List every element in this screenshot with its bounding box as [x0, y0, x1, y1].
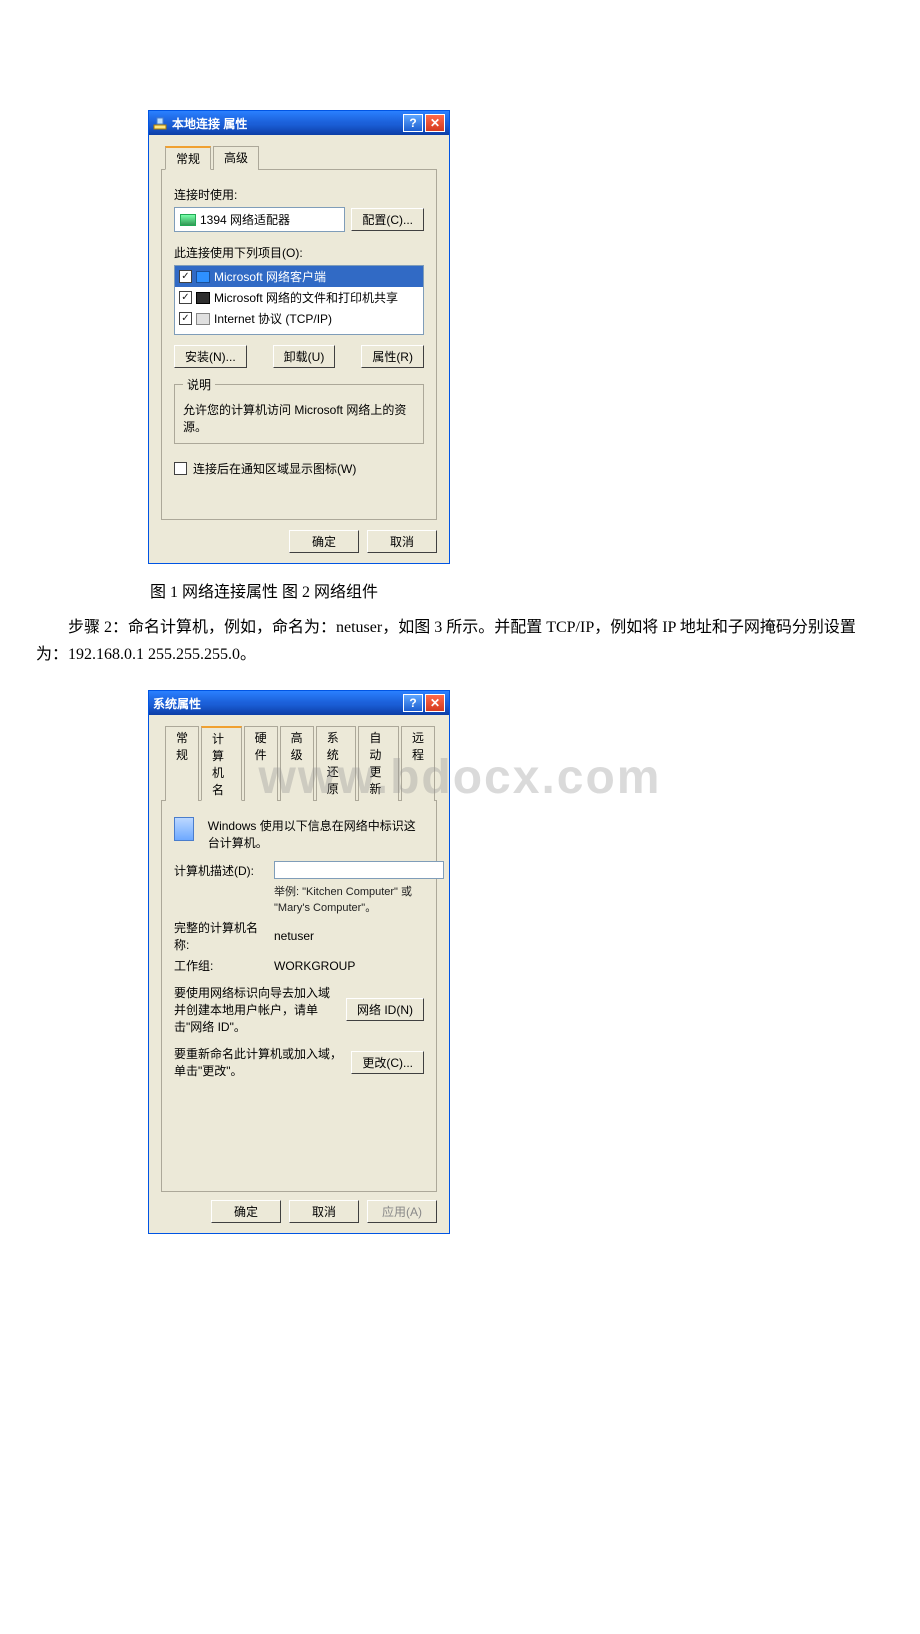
properties-button[interactable]: 属性(R): [361, 345, 424, 368]
dialog1-tabs: 常规 高级: [161, 145, 437, 170]
computer-icon: [174, 817, 194, 841]
configure-button[interactable]: 配置(C)...: [351, 208, 424, 231]
show-icon-checkbox[interactable]: [174, 462, 187, 475]
tab-advanced[interactable]: 高级: [213, 146, 259, 170]
network-icon: [153, 116, 167, 130]
ok-button[interactable]: 确定: [211, 1200, 281, 1223]
help-button[interactable]: ?: [403, 694, 423, 712]
client-icon: [196, 271, 210, 283]
dialog2-titlebar[interactable]: 系统属性 ? ✕: [149, 691, 449, 715]
help-button[interactable]: ?: [403, 114, 423, 132]
cancel-button[interactable]: 取消: [289, 1200, 359, 1223]
adapter-name: 1394 网络适配器: [200, 211, 290, 228]
description-label: 计算机描述(D):: [174, 862, 264, 879]
network-id-text: 要使用网络标识向导去加入域并创建本地用户帐户，请单击"网络 ID"。: [174, 984, 338, 1035]
show-icon-label: 连接后在通知区域显示图标(W): [193, 460, 356, 477]
component-name: Microsoft 网络的文件和打印机共享: [214, 289, 398, 306]
connect-using-label: 连接时使用:: [174, 186, 424, 203]
tab-remote[interactable]: 远程: [401, 726, 435, 801]
uninstall-button[interactable]: 卸载(U): [273, 345, 336, 368]
tab-auto-update[interactable]: 自动更新: [358, 726, 399, 801]
system-properties-dialog: 系统属性 ? ✕ 常规 计算机名 硬件 高级 系统还原 自动更新 远程: [148, 690, 450, 1234]
workgroup-label: 工作组:: [174, 957, 264, 974]
fullname-value: netuser: [274, 929, 444, 943]
step2-paragraph: 步骤 2：命名计算机，例如，命名为：netuser，如图 3 所示。并配置 TC…: [0, 602, 920, 668]
list-item[interactable]: ✓ Microsoft 网络客户端: [175, 266, 423, 287]
rename-text: 要重新命名此计算机或加入域，单击"更改"。: [174, 1045, 343, 1079]
description-text: 允许您的计算机访问 Microsoft 网络上的资源。: [183, 401, 415, 435]
description-example: 举例: "Kitchen Computer" 或 "Mary's Compute…: [274, 883, 444, 915]
description-legend: 说明: [183, 376, 215, 393]
ok-button[interactable]: 确定: [289, 530, 359, 553]
components-list[interactable]: ✓ Microsoft 网络客户端 ✓ Microsoft 网络的文件和打印机共…: [174, 265, 424, 335]
adapter-field: 1394 网络适配器: [174, 207, 345, 232]
dialog1-title: 本地连接 属性: [172, 115, 247, 132]
close-button[interactable]: ✕: [425, 114, 445, 132]
intro-text: Windows 使用以下信息在网络中标识这台计算机。: [208, 817, 424, 851]
computer-description-input[interactable]: [274, 861, 444, 879]
dialog2-title: 系统属性: [153, 695, 201, 712]
checkbox-icon[interactable]: ✓: [179, 270, 192, 283]
component-name: Internet 协议 (TCP/IP): [214, 310, 332, 327]
close-button[interactable]: ✕: [425, 694, 445, 712]
fullname-label: 完整的计算机名称:: [174, 919, 264, 953]
items-label: 此连接使用下列项目(O):: [174, 244, 424, 261]
protocol-icon: [196, 313, 210, 325]
tab-hardware[interactable]: 硬件: [244, 726, 278, 801]
install-button[interactable]: 安装(N)...: [174, 345, 247, 368]
workgroup-value: WORKGROUP: [274, 959, 444, 973]
list-item[interactable]: ✓ Microsoft 网络的文件和打印机共享: [175, 287, 423, 308]
dialog2-tabs: 常规 计算机名 硬件 高级 系统还原 自动更新 远程: [161, 725, 437, 801]
network-id-button[interactable]: 网络 ID(N): [346, 998, 424, 1021]
cancel-button[interactable]: 取消: [367, 530, 437, 553]
description-group: 说明 允许您的计算机访问 Microsoft 网络上的资源。: [174, 376, 424, 444]
component-name: Microsoft 网络客户端: [214, 268, 326, 285]
apply-button[interactable]: 应用(A): [367, 1200, 437, 1223]
tab-general[interactable]: 常规: [165, 146, 211, 170]
tab-advanced[interactable]: 高级: [280, 726, 314, 801]
change-button[interactable]: 更改(C)...: [351, 1051, 424, 1074]
list-item[interactable]: ✓ Internet 协议 (TCP/IP): [175, 308, 423, 329]
figure-caption-1: 图 1 网络连接属性 图 2 网络组件: [0, 564, 920, 602]
tab-computer-name[interactable]: 计算机名: [201, 726, 242, 801]
checkbox-icon[interactable]: ✓: [179, 291, 192, 304]
dialog1-titlebar[interactable]: 本地连接 属性 ? ✕: [149, 111, 449, 135]
share-icon: [196, 292, 210, 304]
local-connection-properties-dialog: 本地连接 属性 ? ✕ 常规 高级 连接时使用: 1394 网络适配器: [148, 110, 450, 564]
tab-general[interactable]: 常规: [165, 726, 199, 801]
checkbox-icon[interactable]: ✓: [179, 312, 192, 325]
tab-system-restore[interactable]: 系统还原: [316, 726, 357, 801]
adapter-icon: [180, 214, 196, 226]
